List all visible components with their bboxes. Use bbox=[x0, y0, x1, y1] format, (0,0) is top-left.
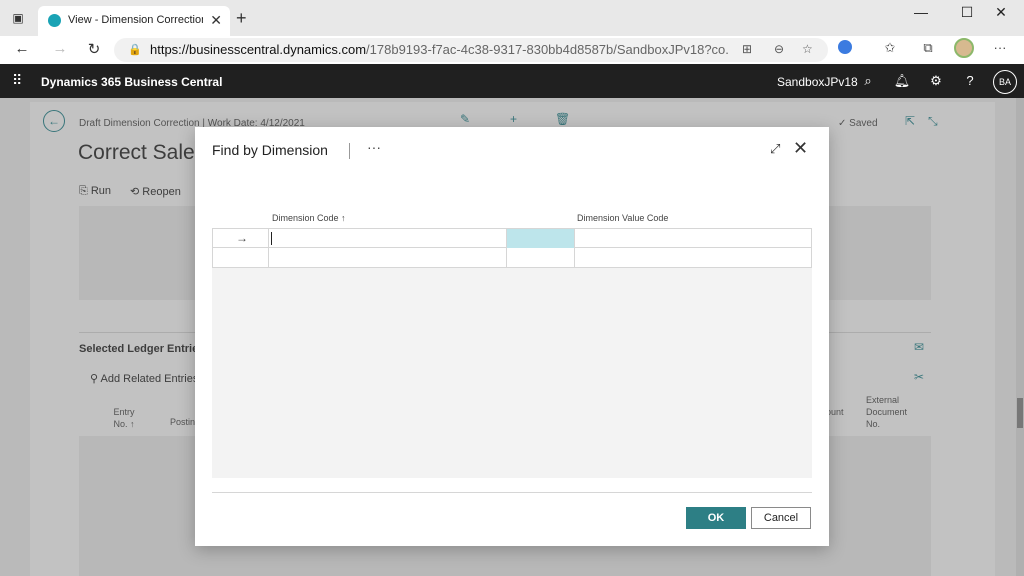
column-dimension-value-code[interactable]: Dimension Value Code bbox=[577, 213, 668, 223]
page-scrollbar[interactable] bbox=[1016, 98, 1024, 576]
refresh-icon[interactable]: ↻ bbox=[84, 40, 104, 58]
new-tab-button[interactable]: + bbox=[236, 8, 247, 29]
column-dimension-code[interactable]: Dimension Code ↑ bbox=[272, 213, 346, 223]
tab-actions-icon[interactable]: ▣ bbox=[10, 10, 26, 26]
row-selector[interactable] bbox=[213, 248, 269, 267]
title-separator bbox=[349, 143, 350, 159]
current-row-arrow-icon: → bbox=[236, 231, 248, 245]
favorite-star-icon[interactable]: ☆ bbox=[802, 42, 813, 56]
find-by-dimension-dialog: Find by Dimension ··· ⤢ ✕ Dimension Code… bbox=[195, 127, 829, 546]
lookup-cell[interactable] bbox=[507, 229, 575, 248]
dimension-code-input[interactable] bbox=[269, 229, 507, 248]
bc-favicon-icon bbox=[48, 14, 61, 27]
lock-icon[interactable]: 🔒 bbox=[128, 43, 142, 56]
table-row[interactable] bbox=[213, 248, 811, 267]
collections-icon[interactable]: ⧉ bbox=[918, 40, 938, 56]
dimension-value-code-input[interactable] bbox=[575, 248, 811, 267]
minimize-window-button[interactable]: — bbox=[898, 4, 944, 20]
profile-avatar[interactable] bbox=[954, 38, 974, 58]
tab-title: View - Dimension Corrections - D bbox=[68, 14, 203, 26]
expand-icon[interactable]: ⤢ bbox=[770, 141, 780, 157]
browser-navbar: ← → ↻ 🔒 https://businesscentral.dynamics… bbox=[0, 36, 1024, 64]
address-bar[interactable]: 🔒 https://businesscentral.dynamics.com/1… bbox=[114, 38, 828, 62]
settings-gear-icon[interactable]: ⚙ bbox=[926, 73, 946, 89]
table-row[interactable]: → bbox=[213, 229, 811, 248]
ok-button[interactable]: OK bbox=[686, 507, 746, 529]
browser-tabstrip: ▣ View - Dimension Corrections - D ✕ + —… bbox=[0, 0, 1024, 36]
dimension-code-input[interactable] bbox=[269, 248, 507, 267]
close-tab-icon[interactable]: ✕ bbox=[210, 12, 222, 29]
forward-icon[interactable]: → bbox=[50, 40, 70, 57]
browser-tab[interactable]: View - Dimension Corrections - D ✕ bbox=[38, 6, 230, 36]
scrollbar-thumb[interactable] bbox=[1017, 398, 1023, 428]
search-icon[interactable]: ⌕ bbox=[858, 73, 878, 89]
app-launcher-icon[interactable]: ⠿ bbox=[12, 72, 22, 89]
dialog-title: Find by Dimension bbox=[212, 142, 328, 158]
footer-divider bbox=[212, 492, 812, 493]
notifications-icon[interactable]: 🔔︎ bbox=[892, 73, 912, 89]
user-avatar[interactable]: BA bbox=[993, 70, 1017, 94]
lookup-cell[interactable] bbox=[507, 248, 575, 267]
more-menu-icon[interactable]: ··· bbox=[990, 40, 1010, 55]
more-options-icon[interactable]: ··· bbox=[367, 139, 381, 155]
reader-view-icon[interactable]: ⊞ bbox=[742, 42, 752, 56]
app-name[interactable]: Dynamics 365 Business Central bbox=[41, 75, 222, 89]
cancel-button[interactable]: Cancel bbox=[751, 507, 811, 529]
help-icon[interactable]: ? bbox=[960, 73, 980, 88]
back-icon[interactable]: ← bbox=[12, 40, 32, 57]
url-text[interactable]: https://businesscentral.dynamics.com/178… bbox=[150, 42, 730, 57]
bc-app-bar: ⠿ Dynamics 365 Business Central SandboxJ… bbox=[0, 64, 1024, 98]
dimension-value-code-input[interactable] bbox=[575, 229, 811, 248]
edge-extension-icon[interactable] bbox=[838, 40, 852, 54]
grid-empty-area bbox=[212, 268, 812, 478]
close-window-button[interactable]: ✕ bbox=[978, 4, 1024, 21]
environment-name[interactable]: SandboxJPv18 bbox=[777, 75, 858, 89]
favorites-icon[interactable]: ✩ bbox=[880, 40, 900, 56]
dimension-grid: → bbox=[212, 228, 812, 268]
text-caret bbox=[271, 232, 272, 245]
close-dialog-icon[interactable]: ✕ bbox=[793, 138, 808, 159]
row-selector[interactable]: → bbox=[213, 229, 269, 248]
zoom-icon[interactable]: ⊖ bbox=[774, 42, 784, 56]
